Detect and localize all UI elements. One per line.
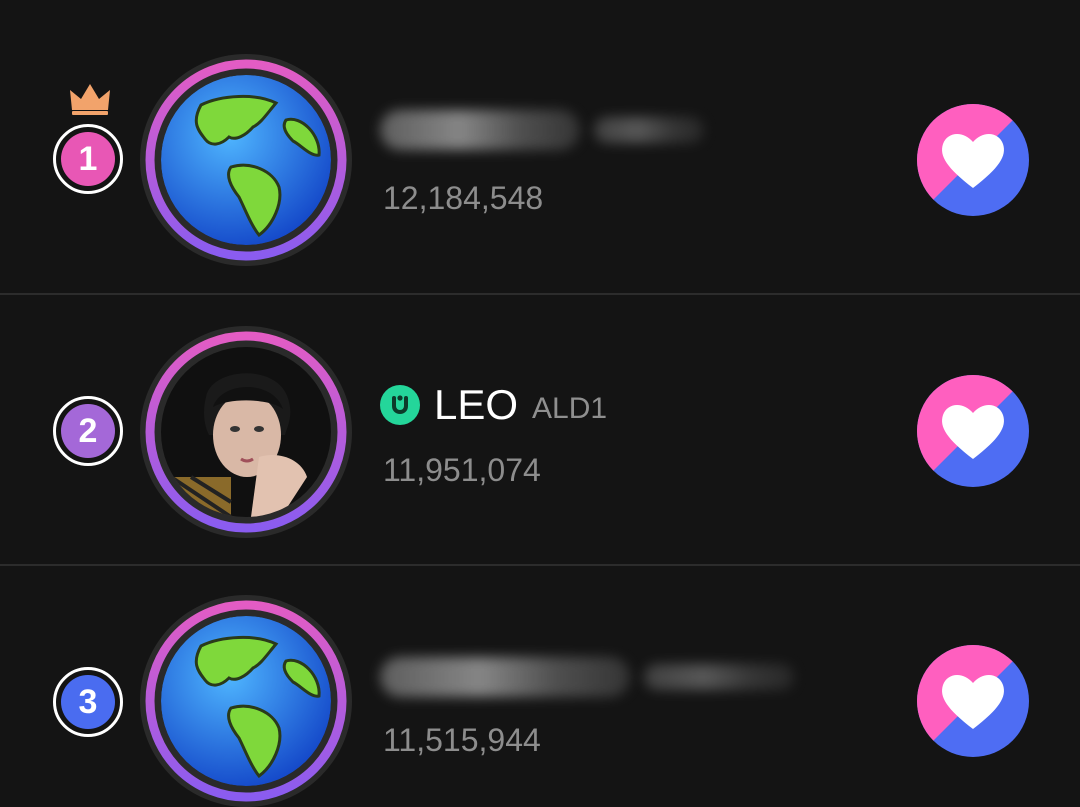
blurred-group — [594, 117, 704, 143]
vote-count: 12,184,548 — [383, 180, 544, 216]
vote-count: 11,515,944 — [383, 722, 541, 758]
rank-number: 1 — [61, 132, 115, 186]
rank-number: 3 — [61, 675, 115, 729]
name-line: LEO ALD1 — [380, 375, 607, 435]
ranking-row-2[interactable]: 2 LEO ALD1 11,951,074 — [0, 295, 1080, 565]
idol-photo-avatar — [161, 347, 331, 517]
name-line — [380, 100, 704, 160]
rank-badge: 3 — [53, 667, 123, 737]
ranking-row-1[interactable]: 1 12,184,548 — [0, 0, 1080, 270]
globe-avatar — [161, 616, 331, 786]
rank-badge: 2 — [53, 396, 123, 466]
heart-icon — [917, 375, 1029, 487]
ranking-row-3[interactable]: 3 11,515,944 — [0, 565, 1080, 807]
group-name: ALD1 — [532, 392, 608, 425]
avatar[interactable] — [140, 326, 352, 538]
globe-avatar — [161, 75, 331, 245]
heart-icon — [917, 645, 1029, 757]
vote-button[interactable] — [917, 104, 1029, 216]
verified-badge-icon — [380, 385, 420, 425]
avatar[interactable] — [140, 595, 352, 807]
rank-number: 2 — [61, 404, 115, 458]
heart-icon — [917, 104, 1029, 216]
blurred-group — [644, 664, 794, 690]
vote-count: 11,951,074 — [383, 452, 541, 488]
blurred-name — [380, 657, 630, 697]
blurred-name — [380, 110, 580, 150]
vote-button[interactable] — [917, 375, 1029, 487]
vote-button[interactable] — [917, 645, 1029, 757]
artist-name: LEO — [434, 381, 519, 428]
avatar[interactable] — [140, 54, 352, 266]
crown-icon — [70, 84, 110, 115]
name-line — [380, 647, 794, 707]
rank-badge: 1 — [53, 124, 123, 194]
